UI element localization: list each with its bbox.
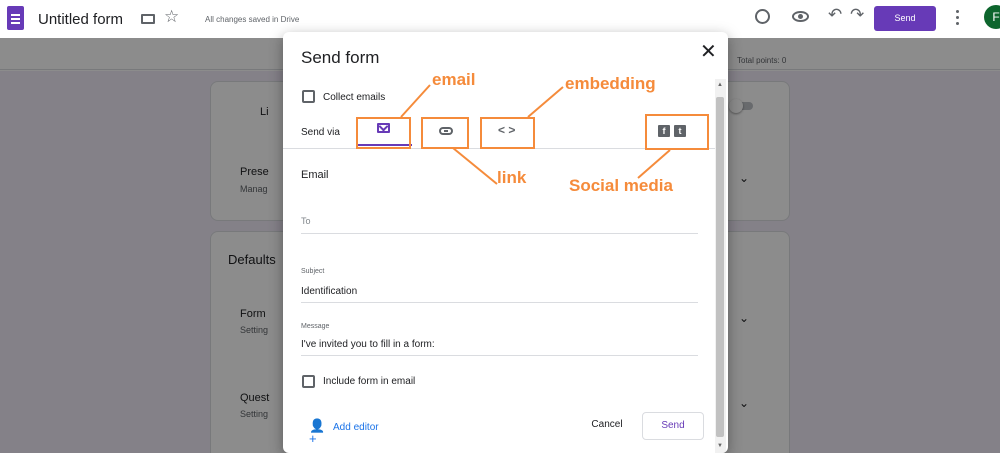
send-button[interactable]: Send xyxy=(874,6,936,31)
add-editor-label: Add editor xyxy=(333,422,379,433)
dialog-title: Send form xyxy=(301,48,380,67)
close-icon[interactable]: ✕ xyxy=(700,42,717,62)
subject-label: Subject xyxy=(301,268,325,275)
form-title[interactable]: Untitled form xyxy=(38,11,123,28)
embedding-annotation-box xyxy=(480,117,535,149)
scroll-up-icon[interactable]: ▲ xyxy=(717,82,723,88)
include-form-label: Include form in email xyxy=(323,376,416,387)
collect-emails-label: Collect emails xyxy=(323,92,386,103)
send-via-label: Send via xyxy=(301,127,340,138)
save-status: All changes saved in Drive xyxy=(205,15,300,24)
redo-icon[interactable]: ↷ xyxy=(850,6,864,23)
email-section-title: Email xyxy=(301,169,329,181)
embedding-annotation: embedding xyxy=(565,74,656,93)
to-field[interactable]: To xyxy=(301,216,311,226)
message-label: Message xyxy=(301,323,330,330)
more-vert-icon[interactable] xyxy=(955,8,959,28)
dialog-send-button[interactable]: Send xyxy=(642,412,704,440)
include-form-checkbox[interactable] xyxy=(302,375,315,388)
link-annotation-box xyxy=(421,117,469,149)
collect-emails-checkbox[interactable] xyxy=(302,90,315,103)
add-person-icon: 👤+ xyxy=(309,418,326,446)
social-annotation-box xyxy=(645,114,709,150)
star-icon[interactable]: ☆ xyxy=(164,8,179,25)
palette-icon[interactable] xyxy=(755,9,770,24)
undo-icon[interactable]: ↶ xyxy=(828,6,842,23)
subject-underline xyxy=(301,302,698,303)
preview-icon[interactable] xyxy=(792,11,809,22)
message-field[interactable]: I've invited you to fill in a form: xyxy=(301,339,435,350)
to-field-underline xyxy=(301,233,698,234)
email-annotation-box xyxy=(356,117,411,149)
email-annotation: email xyxy=(432,70,476,89)
folder-icon[interactable] xyxy=(141,14,155,24)
social-media-annotation: Social media xyxy=(569,176,673,195)
avatar[interactable]: F xyxy=(984,5,1000,29)
scroll-down-icon[interactable]: ▼ xyxy=(717,443,723,449)
link-annotation: link xyxy=(497,168,527,187)
cancel-button[interactable]: Cancel xyxy=(580,412,634,438)
message-underline xyxy=(301,355,698,356)
subject-field[interactable]: Identification xyxy=(301,286,357,297)
send-form-dialog: Send form ✕ Collect emails Send via < > … xyxy=(283,32,728,453)
scroll-thumb[interactable] xyxy=(716,97,724,437)
forms-logo-icon[interactable] xyxy=(7,6,24,30)
dialog-scrollbar[interactable]: ▲ ▼ xyxy=(715,79,726,453)
